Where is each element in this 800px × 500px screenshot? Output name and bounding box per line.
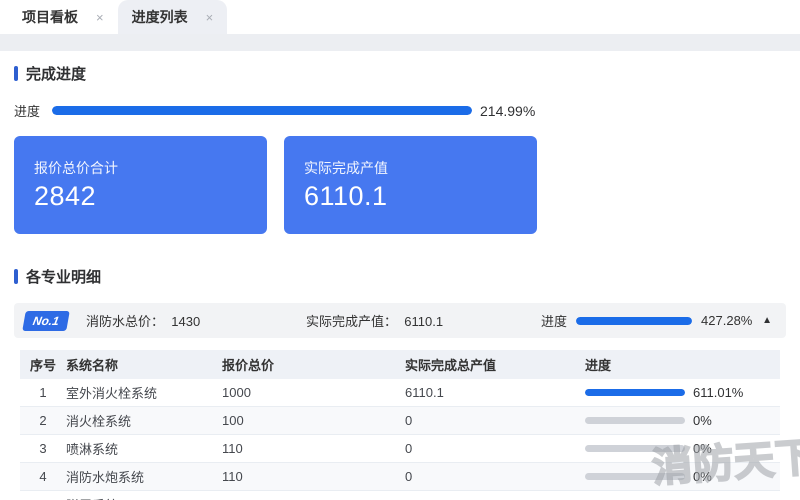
col-header-no: 序号 <box>20 355 66 374</box>
table-row[interactable]: 4 消防水炮系统 110 0 0% <box>20 463 780 491</box>
cell-no: 1 <box>20 385 66 400</box>
row-progress-bar <box>585 445 685 452</box>
rank-badge: No.1 <box>22 311 70 331</box>
col-header-actual: 实际完成总产值 <box>405 355 585 374</box>
card-label: 实际完成产值 <box>304 158 537 178</box>
cell-progress: 0% <box>585 441 780 456</box>
collapse-arrow-icon[interactable]: ▲ <box>762 315 772 326</box>
cell-quote: 110 <box>222 469 405 484</box>
table-row[interactable]: 2 消火栓系统 100 0 0% <box>20 407 780 435</box>
overall-progress-percent: 214.99% <box>480 103 535 119</box>
row-progress-bar <box>585 389 685 396</box>
section-title-completion: 完成进度 <box>14 63 786 84</box>
col-header-name: 系统名称 <box>66 355 222 374</box>
page: 项目看板 × 进度列表 × 完成进度 进度 214.99% 报价总价合计 284… <box>0 0 800 500</box>
table-row[interactable]: 1 室外消火栓系统 1000 6110.1 611.01% <box>20 379 780 407</box>
cell-actual: 0 <box>405 413 585 428</box>
cell-name: 消火栓系统 <box>66 411 222 430</box>
cell-progress: 0% <box>585 413 780 428</box>
tab-progress-list[interactable]: 进度列表 × <box>118 0 228 34</box>
section-marker <box>14 66 18 81</box>
group-summary-row[interactable]: No.1 消防水总价： 1430 实际完成产值： 6110.1 进度 427.2… <box>14 303 786 338</box>
cell-no: 4 <box>20 469 66 484</box>
overall-progress-bar <box>52 106 472 115</box>
overall-progress-row: 进度 214.99% <box>14 101 786 120</box>
cell-actual: 0 <box>405 441 585 456</box>
section-title-text: 完成进度 <box>26 63 86 84</box>
section-marker <box>14 269 18 284</box>
row-progress-percent: 0% <box>693 413 712 428</box>
table-row[interactable]: 5 附属系统 110 0 0% <box>20 491 780 500</box>
group-total: 消防水总价： 1430 <box>86 311 306 330</box>
table-body: 1 室外消火栓系统 1000 6110.1 611.01% 2 消火栓系统 10… <box>20 379 780 500</box>
close-icon[interactable]: × <box>206 10 214 25</box>
tab-progress-list-label: 进度列表 <box>132 7 188 27</box>
card-value: 6110.1 <box>304 181 537 212</box>
group-progress-bar <box>576 317 692 325</box>
card-value: 2842 <box>34 181 267 212</box>
row-progress-percent: 0% <box>693 469 712 484</box>
cell-progress: 0% <box>585 469 780 484</box>
cell-name: 室外消火栓系统 <box>66 383 222 402</box>
col-header-progress: 进度 <box>585 355 780 374</box>
cell-actual: 0 <box>405 469 585 484</box>
cell-no: 2 <box>20 413 66 428</box>
cell-name: 喷淋系统 <box>66 439 222 458</box>
stat-cards: 报价总价合计 2842 实际完成产值 6110.1 <box>14 136 786 234</box>
row-progress-percent: 0% <box>693 441 712 456</box>
group-actual: 实际完成产值： 6110.1 <box>306 311 541 330</box>
cell-progress: 611.01% <box>585 385 780 400</box>
tab-bar-divider <box>0 34 800 51</box>
cell-quote: 100 <box>222 413 405 428</box>
section-title-details: 各专业明细 <box>14 266 786 287</box>
cell-quote: 1000 <box>222 385 405 400</box>
tab-bar: 项目看板 × 进度列表 × <box>0 0 800 34</box>
tab-project-board-label: 项目看板 <box>22 7 78 27</box>
progress-label: 进度 <box>541 311 567 330</box>
close-icon[interactable]: × <box>96 10 104 25</box>
cell-name: 附属系统 <box>66 495 222 500</box>
cell-no: 3 <box>20 441 66 456</box>
row-progress-bar <box>585 417 685 424</box>
cell-quote: 110 <box>222 441 405 456</box>
group-progress-fill <box>576 317 692 325</box>
content: 完成进度 进度 214.99% 报价总价合计 2842 实际完成产值 6110.… <box>0 51 800 500</box>
col-header-quote: 报价总价 <box>222 355 405 374</box>
cell-name: 消防水炮系统 <box>66 467 222 486</box>
section-title-text: 各专业明细 <box>26 266 101 287</box>
table-header: 序号 系统名称 报价总价 实际完成总产值 进度 <box>20 350 780 379</box>
card-actual-output: 实际完成产值 6110.1 <box>284 136 537 234</box>
card-label: 报价总价合计 <box>34 158 267 178</box>
tab-project-board[interactable]: 项目看板 × <box>8 0 118 34</box>
row-progress-bar <box>585 473 685 480</box>
progress-label: 进度 <box>14 101 52 120</box>
row-progress-percent: 611.01% <box>693 385 743 400</box>
group-progress-percent: 427.28% <box>701 313 752 328</box>
systems-table: 序号 系统名称 报价总价 实际完成总产值 进度 1 室外消火栓系统 1000 6… <box>20 350 780 500</box>
overall-progress-fill <box>52 106 472 115</box>
group-progress: 进度 427.28% <box>541 311 752 330</box>
cell-actual: 6110.1 <box>405 385 585 400</box>
card-quote-total: 报价总价合计 2842 <box>14 136 267 234</box>
table-row[interactable]: 3 喷淋系统 110 0 0% <box>20 435 780 463</box>
